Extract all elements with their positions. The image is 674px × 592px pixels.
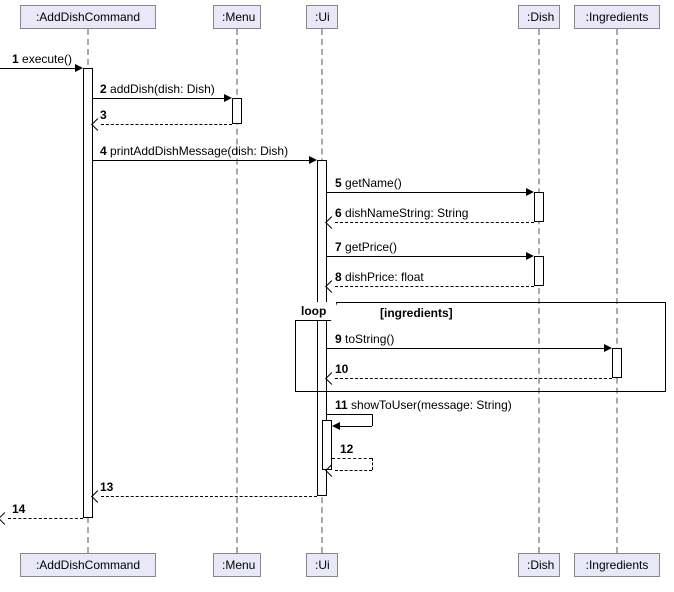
arrow-10: [335, 378, 612, 379]
message-10: 10: [335, 362, 348, 376]
lifeline-dish: [538, 29, 540, 553]
participant-box-dish: :Dish: [518, 5, 560, 29]
arrow-7: [327, 256, 526, 257]
loop-guard: [ingredients]: [380, 306, 453, 320]
arrow-5: [327, 192, 526, 193]
message-3: 3: [100, 108, 107, 122]
arrow-12b: [372, 458, 373, 470]
message-14: 14: [12, 502, 25, 516]
arrowhead-1: [75, 64, 83, 72]
sequence-diagram: :AddDishCommand :Menu :Ui :Dish :Ingredi…: [0, 0, 674, 592]
participant-box-adddishcommand-bottom: :AddDishCommand: [20, 553, 156, 577]
arrow-12a: [332, 458, 372, 459]
message-5: 5 getName(): [335, 176, 402, 190]
arrow-9: [327, 348, 604, 349]
loop-label: loop: [295, 302, 337, 321]
participant-box-menu-bottom: :Menu: [213, 553, 261, 577]
message-8: 8 dishPrice: float: [335, 270, 424, 284]
activation-menu: [232, 98, 242, 124]
activation-adddishcommand: [83, 68, 93, 518]
arrow-6: [335, 222, 534, 223]
message-4: 4 printAddDishMessage(dish: Dish): [100, 144, 288, 158]
participant-box-ui: :Ui: [306, 5, 338, 29]
message-12: 12: [340, 442, 353, 456]
arrowhead-9: [604, 344, 612, 352]
arrow-13: [101, 496, 317, 497]
arrow-4: [93, 160, 309, 161]
arrow-3: [101, 124, 232, 125]
arrowhead-5: [526, 188, 534, 196]
arrowhead-4: [309, 156, 317, 164]
activation-dish-2: [534, 256, 544, 286]
participant-box-menu: :Menu: [213, 5, 261, 29]
arrow-11b: [372, 414, 373, 426]
message-13: 13: [100, 480, 113, 494]
participant-box-ingredients-bottom: :Ingredients: [574, 553, 660, 577]
activation-dish-1: [534, 192, 544, 222]
message-2: 2 addDish(dish: Dish): [100, 82, 215, 96]
arrowhead-2: [224, 94, 232, 102]
message-1: 1 execute(): [12, 52, 72, 66]
participant-box-ui-bottom: :Ui: [306, 553, 338, 577]
arrow-14: [8, 518, 83, 519]
lifeline-ingredients: [616, 29, 618, 553]
arrow-2: [93, 98, 224, 99]
message-6: 6 dishNameString: String: [335, 206, 468, 220]
participant-box-dish-bottom: :Dish: [518, 553, 560, 577]
message-7: 7 getPrice(): [335, 240, 397, 254]
message-9: 9 toString(): [335, 332, 394, 346]
participant-box-ingredients: :Ingredients: [574, 5, 660, 29]
arrow-8: [335, 286, 534, 287]
arrowhead-11: [332, 422, 340, 430]
participant-box-adddishcommand: :AddDishCommand: [20, 5, 156, 29]
message-11: 11 showToUser(message: String): [335, 398, 512, 412]
arrow-11c: [340, 426, 372, 427]
arrow-12c: [335, 470, 372, 471]
arrowhead-7: [526, 252, 534, 260]
activation-ui-self: [322, 420, 332, 470]
arrow-11a: [327, 414, 372, 415]
arrow-1: [0, 68, 75, 69]
